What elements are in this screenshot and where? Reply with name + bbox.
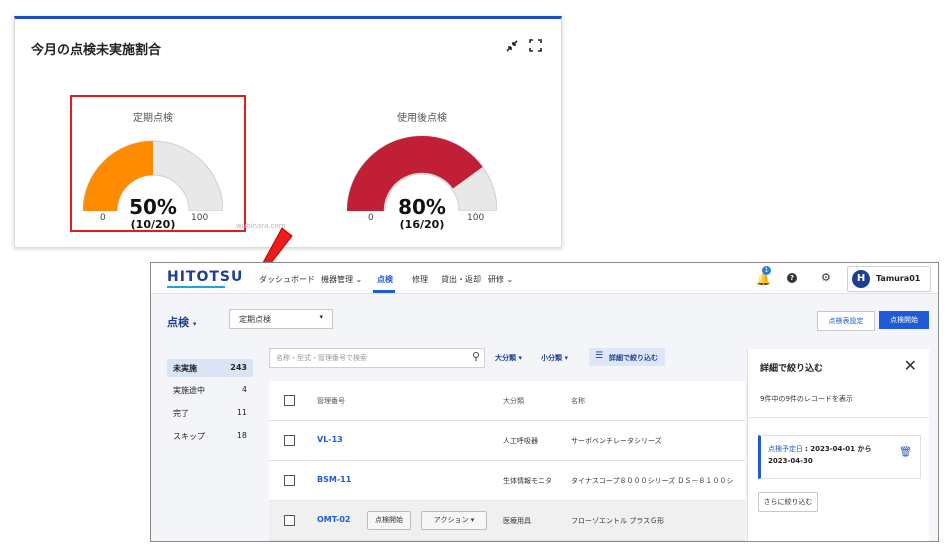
- column-header-name: 名称: [571, 397, 585, 405]
- caret-down-icon: ▾: [319, 313, 323, 321]
- equipment-id-link[interactable]: BSM-11: [317, 475, 351, 484]
- table-row[interactable]: OMT-02 点検開始 アクション ▾ 医療用具 フローゾエントル プラスＧ形: [269, 501, 745, 541]
- gauge-label: 使用後点検: [397, 113, 447, 124]
- gear-icon[interactable]: ⚙: [821, 271, 831, 284]
- user-menu[interactable]: H Tamura01: [847, 266, 931, 292]
- status-label: スキップ: [173, 432, 205, 441]
- status-count: 18: [236, 431, 247, 440]
- filter-value-start: : 2023-04-01 から: [805, 445, 872, 453]
- caret-down-icon: ▾: [518, 354, 522, 362]
- avatar: H: [852, 270, 870, 288]
- widget-title: 今月の点検未実施割合: [31, 43, 162, 58]
- equipment-name: タイナスコープ８０００シリーズ ＤＳ－８１００シ: [571, 477, 734, 485]
- row-action-button[interactable]: アクション ▾: [421, 511, 487, 530]
- row-checkbox[interactable]: [284, 475, 295, 486]
- search-icon[interactable]: ⚲: [472, 350, 480, 363]
- app-logo: HITOTSU: [167, 269, 244, 285]
- column-header-id: 管理番号: [317, 397, 345, 405]
- equipment-id-link[interactable]: OMT-02: [317, 515, 351, 524]
- inspection-type-select[interactable]: 定期点検 ▾: [229, 309, 333, 329]
- filter-key[interactable]: 点検予定日: [768, 444, 803, 454]
- panel-title: 詳細で絞り込む: [760, 364, 824, 374]
- status-count: 11: [236, 408, 247, 417]
- major-category-filter[interactable]: 大分類 ▾: [495, 353, 522, 363]
- select-all-checkbox[interactable]: [284, 395, 295, 406]
- highlight-box: [70, 95, 246, 232]
- table-header-row: 管理番号 大分類 名称: [269, 381, 745, 421]
- notification-badge: 1: [762, 266, 771, 275]
- detail-filter-label: 詳細で絞り込む: [609, 354, 658, 362]
- filter-label: 小分類: [541, 354, 562, 362]
- nav-dashboard[interactable]: ダッシュボード: [259, 274, 315, 285]
- nav-equipment[interactable]: 機器管理 ⌄: [321, 274, 362, 285]
- gauge-after-use: 使用後点検 80% (16/20) 0 100: [347, 105, 497, 235]
- caret-down-icon: ▾: [470, 516, 475, 524]
- status-count: 243: [230, 363, 247, 372]
- filter-label: 大分類: [495, 354, 516, 362]
- page-title-label: 点検: [167, 316, 189, 329]
- nav-training[interactable]: 研修 ⌄: [488, 274, 513, 285]
- nav-active-indicator: [373, 290, 395, 293]
- fullscreen-icon[interactable]: [529, 39, 542, 56]
- nav-repair[interactable]: 修理: [412, 274, 428, 285]
- equipment-name: サーボベンチレータシリーズ: [571, 437, 662, 445]
- inspection-table: 管理番号 大分類 名称 VL-13 人工呼吸器 サーボベンチレータシリーズ BS…: [269, 381, 745, 541]
- detail-filter-panel: 詳細で絞り込む ✕ 9件中の9件のレコードを表示 点検予定日 : 2023-04…: [747, 349, 929, 541]
- active-filter-card: 点検予定日 : 2023-04-01 から 2023-04-30 🗑: [758, 435, 921, 479]
- schedule-settings-button[interactable]: 点検表設定: [817, 311, 875, 331]
- row-start-inspection-button[interactable]: 点検開始: [367, 511, 411, 530]
- equipment-category: 人工呼吸器: [503, 437, 538, 445]
- username: Tamura01: [876, 274, 921, 283]
- status-item-skip[interactable]: スキップ 18: [167, 427, 253, 445]
- status-count: 4: [241, 385, 247, 394]
- chevron-down-icon: ⌄: [506, 275, 514, 284]
- column-header-category: 大分類: [503, 397, 524, 405]
- equipment-category: 生体情報モニタ: [503, 477, 552, 485]
- divider: [748, 417, 929, 418]
- collapse-arrows-icon[interactable]: [505, 39, 519, 57]
- search-input[interactable]: 名称・型式・管理番号で検索 ⚲: [269, 348, 485, 368]
- gauge-min: 0: [368, 213, 374, 223]
- gauge-max: 100: [467, 213, 485, 223]
- status-item-not-done[interactable]: 未実施 243: [167, 359, 253, 377]
- top-navbar: HITOTSU ダッシュボード 機器管理 ⌄ 点検 修理 貸出・返却 研修 ⌄ …: [151, 263, 938, 294]
- record-count-summary: 9件中の9件のレコードを表示: [760, 395, 853, 403]
- status-label: 完了: [173, 409, 189, 418]
- start-inspection-button[interactable]: 点検開始: [879, 311, 929, 329]
- equipment-name: フローゾエントル プラスＧ形: [571, 517, 665, 525]
- select-value: 定期点検: [239, 315, 271, 324]
- close-icon[interactable]: ✕: [904, 356, 917, 375]
- app-window: HITOTSU ダッシュボード 機器管理 ⌄ 点検 修理 貸出・返却 研修 ⌄ …: [150, 262, 939, 542]
- status-label: 未実施: [173, 364, 197, 373]
- nav-label: 機器管理: [321, 275, 353, 284]
- sliders-icon: ☰: [595, 351, 604, 361]
- help-icon[interactable]: ?: [787, 273, 797, 283]
- equipment-id-link[interactable]: VL-13: [317, 435, 343, 444]
- action-label: アクション: [433, 516, 469, 524]
- detail-filter-button[interactable]: ☰ 詳細で絞り込む: [589, 348, 665, 366]
- row-checkbox[interactable]: [284, 515, 295, 526]
- nav-inspection[interactable]: 点検: [377, 274, 393, 285]
- caret-down-icon: ▾: [192, 320, 197, 328]
- status-label: 実施途中: [173, 386, 205, 395]
- caret-down-icon: ▾: [564, 354, 568, 362]
- minor-category-filter[interactable]: 小分類 ▾: [541, 353, 568, 363]
- table-row[interactable]: VL-13 人工呼吸器 サーボベンチレータシリーズ: [269, 421, 745, 461]
- row-checkbox[interactable]: [284, 435, 295, 446]
- filter-value-end: 2023-04-30: [768, 457, 813, 465]
- more-filters-button[interactable]: さらに絞り込む: [758, 492, 818, 512]
- chevron-down-icon: ⌄: [355, 275, 363, 284]
- equipment-category: 医療用具: [503, 517, 531, 525]
- nav-label: 研修: [488, 275, 504, 284]
- nav-lending[interactable]: 貸出・返却: [441, 274, 481, 285]
- logo-underline: [167, 286, 225, 288]
- page-title[interactable]: 点検 ▾: [167, 314, 196, 330]
- search-placeholder: 名称・型式・管理番号で検索: [276, 354, 367, 362]
- table-row[interactable]: BSM-11 生体情報モニタ タイナスコープ８０００シリーズ ＤＳ－８１００シ: [269, 461, 745, 501]
- trash-icon[interactable]: 🗑: [899, 447, 912, 458]
- status-item-complete[interactable]: 完了 11: [167, 404, 253, 422]
- status-item-in-progress[interactable]: 実施途中 4: [167, 381, 253, 399]
